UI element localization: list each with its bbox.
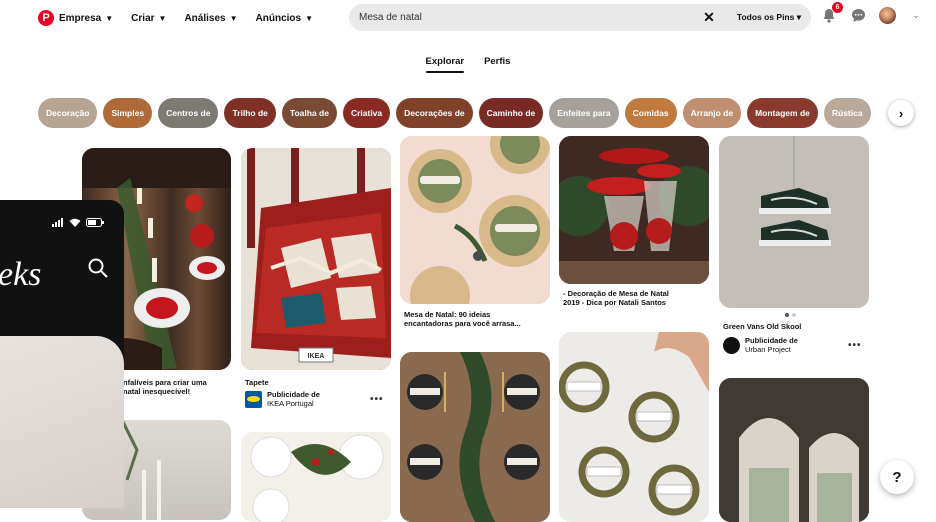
pin-illustration [719, 136, 869, 308]
top-icons: 6 ⌄ [820, 2, 925, 24]
pin-caption[interactable]: Tapete [245, 378, 269, 387]
pin-caption[interactable]: - Decoração de Mesa de Natal 2019 - Dica… [563, 289, 713, 308]
chevron-down-icon: ▼ [305, 13, 313, 23]
battery-icon [86, 218, 104, 227]
analytics-label: Análises [184, 12, 226, 24]
pinterest-logo-icon[interactable]: P [38, 10, 54, 26]
chevron-right-icon: › [898, 105, 904, 121]
guided-search-pill[interactable]: Simples [103, 98, 153, 128]
pin-illustration [719, 378, 869, 522]
chevron-down-icon: ▼ [158, 13, 167, 23]
carousel-dot [792, 313, 796, 317]
pin-caption[interactable]: nfalíveis para criar uma natal inesquecí… [123, 378, 233, 397]
pin-image-wreaths[interactable] [559, 332, 709, 522]
advertiser-name: IKEA Portugal [267, 399, 314, 408]
search-tabs: Explorar Perfis [0, 56, 936, 73]
business-label: Empresa [59, 12, 102, 24]
guided-search-pill[interactable]: Centros de [158, 98, 219, 128]
speech-bubble-icon [851, 8, 865, 22]
pin-illustration [400, 136, 550, 304]
create-label: Criar [131, 12, 155, 24]
more-options-icon[interactable]: ••• [370, 394, 384, 405]
chevron-down-icon: ▼ [229, 13, 238, 23]
svg-text:IKEA: IKEA [308, 353, 325, 360]
tab-explore[interactable]: Explorar [425, 56, 464, 73]
advertiser-info[interactable]: Publicidade de IKEA Portugal [245, 390, 320, 408]
advertiser-name: Urban Project [745, 345, 791, 354]
search-icon[interactable] [88, 258, 108, 278]
guided-search-pill[interactable]: Decoração [38, 98, 98, 128]
pin-illustration [559, 332, 709, 522]
pin-illustration [559, 136, 709, 284]
ads-label: Anúncios [255, 12, 302, 24]
pin-image-table-setting[interactable] [241, 432, 391, 522]
carousel-indicator [785, 313, 796, 317]
more-options-icon[interactable]: ••• [848, 340, 862, 351]
pin-image-arches[interactable] [719, 378, 869, 522]
guided-search-pill[interactable]: Arranjo de [682, 98, 742, 128]
phone-content-card [0, 336, 124, 508]
pills-next-button[interactable]: › [888, 100, 914, 126]
help-button[interactable]: ? [880, 460, 914, 494]
pin-caption[interactable]: Green Vans Old Skool [723, 322, 801, 331]
guided-search-pills: Decoração Simples Centros de Trilho de Toalh… [38, 98, 936, 128]
phone-app-title: eks [0, 256, 42, 293]
ads-menu[interactable]: Anúncios ▼ [256, 13, 313, 24]
guided-search-pill[interactable]: Comidas [624, 98, 677, 128]
pin-image-vans-sneakers[interactable] [719, 136, 869, 308]
pin-image-red-centerpiece[interactable] [559, 136, 709, 284]
notifications-button[interactable]: 6 [820, 2, 843, 24]
phone-mockup-overlay: eks [0, 200, 124, 508]
search-bar[interactable]: Mesa de natal ✕ Todos os Pins ▾ [349, 4, 811, 31]
advertiser-label: Publicidade de [745, 336, 798, 345]
pin-illustration [250, 434, 384, 522]
guided-search-pill[interactable]: Caminho de [478, 98, 544, 128]
clear-search-icon[interactable]: ✕ [703, 9, 715, 26]
signal-icon [52, 218, 63, 227]
guided-search-pill[interactable]: Decorações de [396, 98, 473, 128]
messages-button[interactable] [849, 6, 867, 24]
urban-project-logo-icon [723, 336, 740, 354]
business-menu[interactable]: Empresa ▼ [59, 13, 113, 24]
guided-search-pill[interactable]: Criativa [342, 98, 391, 128]
phone-status-bar [52, 218, 104, 227]
pin-illustration: IKEA [241, 148, 391, 370]
pin-image-dark-runner[interactable] [400, 352, 550, 522]
advertiser-info[interactable]: Publicidade de Urban Project [723, 336, 798, 354]
profile-button[interactable] [878, 6, 896, 24]
account-menu-button[interactable]: ⌄ [907, 6, 925, 24]
search-filter-label: Todos os Pins [736, 12, 795, 22]
notification-count-badge: 6 [832, 2, 843, 13]
pin-illustration [400, 352, 550, 522]
avatar [878, 6, 896, 24]
search-filter-dropdown[interactable]: Todos os Pins ▾ [737, 12, 801, 23]
pin-caption[interactable]: Mesa de Natal: 90 ideias encantadoras pa… [404, 310, 554, 329]
guided-search-pill[interactable]: Rústica [823, 98, 871, 128]
pin-image-green-plates[interactable] [400, 136, 550, 304]
tab-profiles[interactable]: Perfis [484, 56, 510, 73]
guided-search-pill[interactable]: Montagem de [747, 98, 818, 128]
chevron-down-icon: ⌄ [912, 9, 920, 20]
ikea-logo-icon [245, 390, 262, 408]
analytics-menu[interactable]: Análises ▼ [184, 13, 237, 24]
guided-search-pill[interactable]: Toalha de [281, 98, 337, 128]
pin-image-rug[interactable]: IKEA [241, 148, 391, 370]
carousel-dot [785, 313, 789, 317]
search-input[interactable]: Mesa de natal [359, 12, 703, 23]
create-menu[interactable]: Criar ▼ [131, 13, 166, 24]
chevron-down-icon: ▼ [105, 13, 114, 23]
guided-search-pill[interactable]: Enfeites para [549, 98, 619, 128]
wifi-icon [69, 218, 81, 227]
advertiser-label: Publicidade de [267, 390, 320, 399]
guided-search-pill[interactable]: Trilho de [224, 98, 276, 128]
